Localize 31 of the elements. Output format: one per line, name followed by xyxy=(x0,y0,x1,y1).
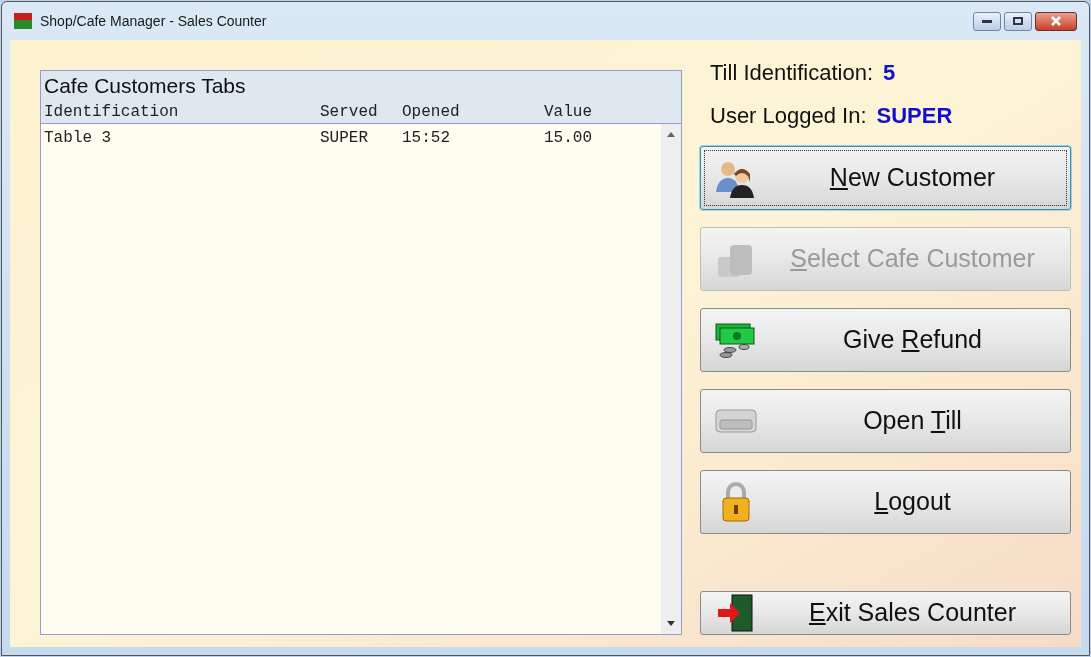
action-button[interactable]: Give Refund xyxy=(700,308,1071,372)
close-icon xyxy=(1051,16,1061,26)
scroll-up-icon[interactable] xyxy=(667,132,675,137)
drawer-icon xyxy=(714,406,758,436)
table-cell-text: SUPER xyxy=(320,128,369,149)
table-cell-text: Table 3 xyxy=(44,128,113,149)
panel-title: Cafe Customers Tabs xyxy=(44,73,247,99)
exit-door-icon xyxy=(716,594,756,632)
column-header: Opened xyxy=(402,102,461,123)
action-button[interactable]: Logout xyxy=(700,470,1071,534)
info-value: SUPER xyxy=(876,102,953,130)
maximize-button[interactable] xyxy=(1004,11,1032,31)
column-header: Identification xyxy=(44,102,180,123)
app-icon xyxy=(14,13,32,29)
table-cell-text: 15:52 xyxy=(402,128,451,149)
column-header: Value xyxy=(543,102,592,123)
padlock-icon xyxy=(721,481,751,523)
scroll-down-icon[interactable] xyxy=(667,621,675,626)
close-button[interactable] xyxy=(1035,11,1077,31)
info-label: Till Identification: xyxy=(710,59,874,87)
column-header: Served xyxy=(320,102,379,123)
action-button[interactable]: New Customer xyxy=(700,146,1071,210)
window-title: Shop/Cafe Manager - Sales Counter xyxy=(40,11,267,31)
info-value: 5 xyxy=(883,59,896,87)
minimize-button[interactable] xyxy=(973,11,1001,31)
money-icon xyxy=(714,320,758,360)
action-button[interactable]: Open Till xyxy=(700,389,1071,453)
action-button[interactable]: Exit Sales Counter xyxy=(700,591,1071,635)
scrollbar[interactable] xyxy=(661,124,681,634)
info-label: User Logged In: xyxy=(710,102,867,130)
table-cell-text: 15.00 xyxy=(543,128,592,149)
